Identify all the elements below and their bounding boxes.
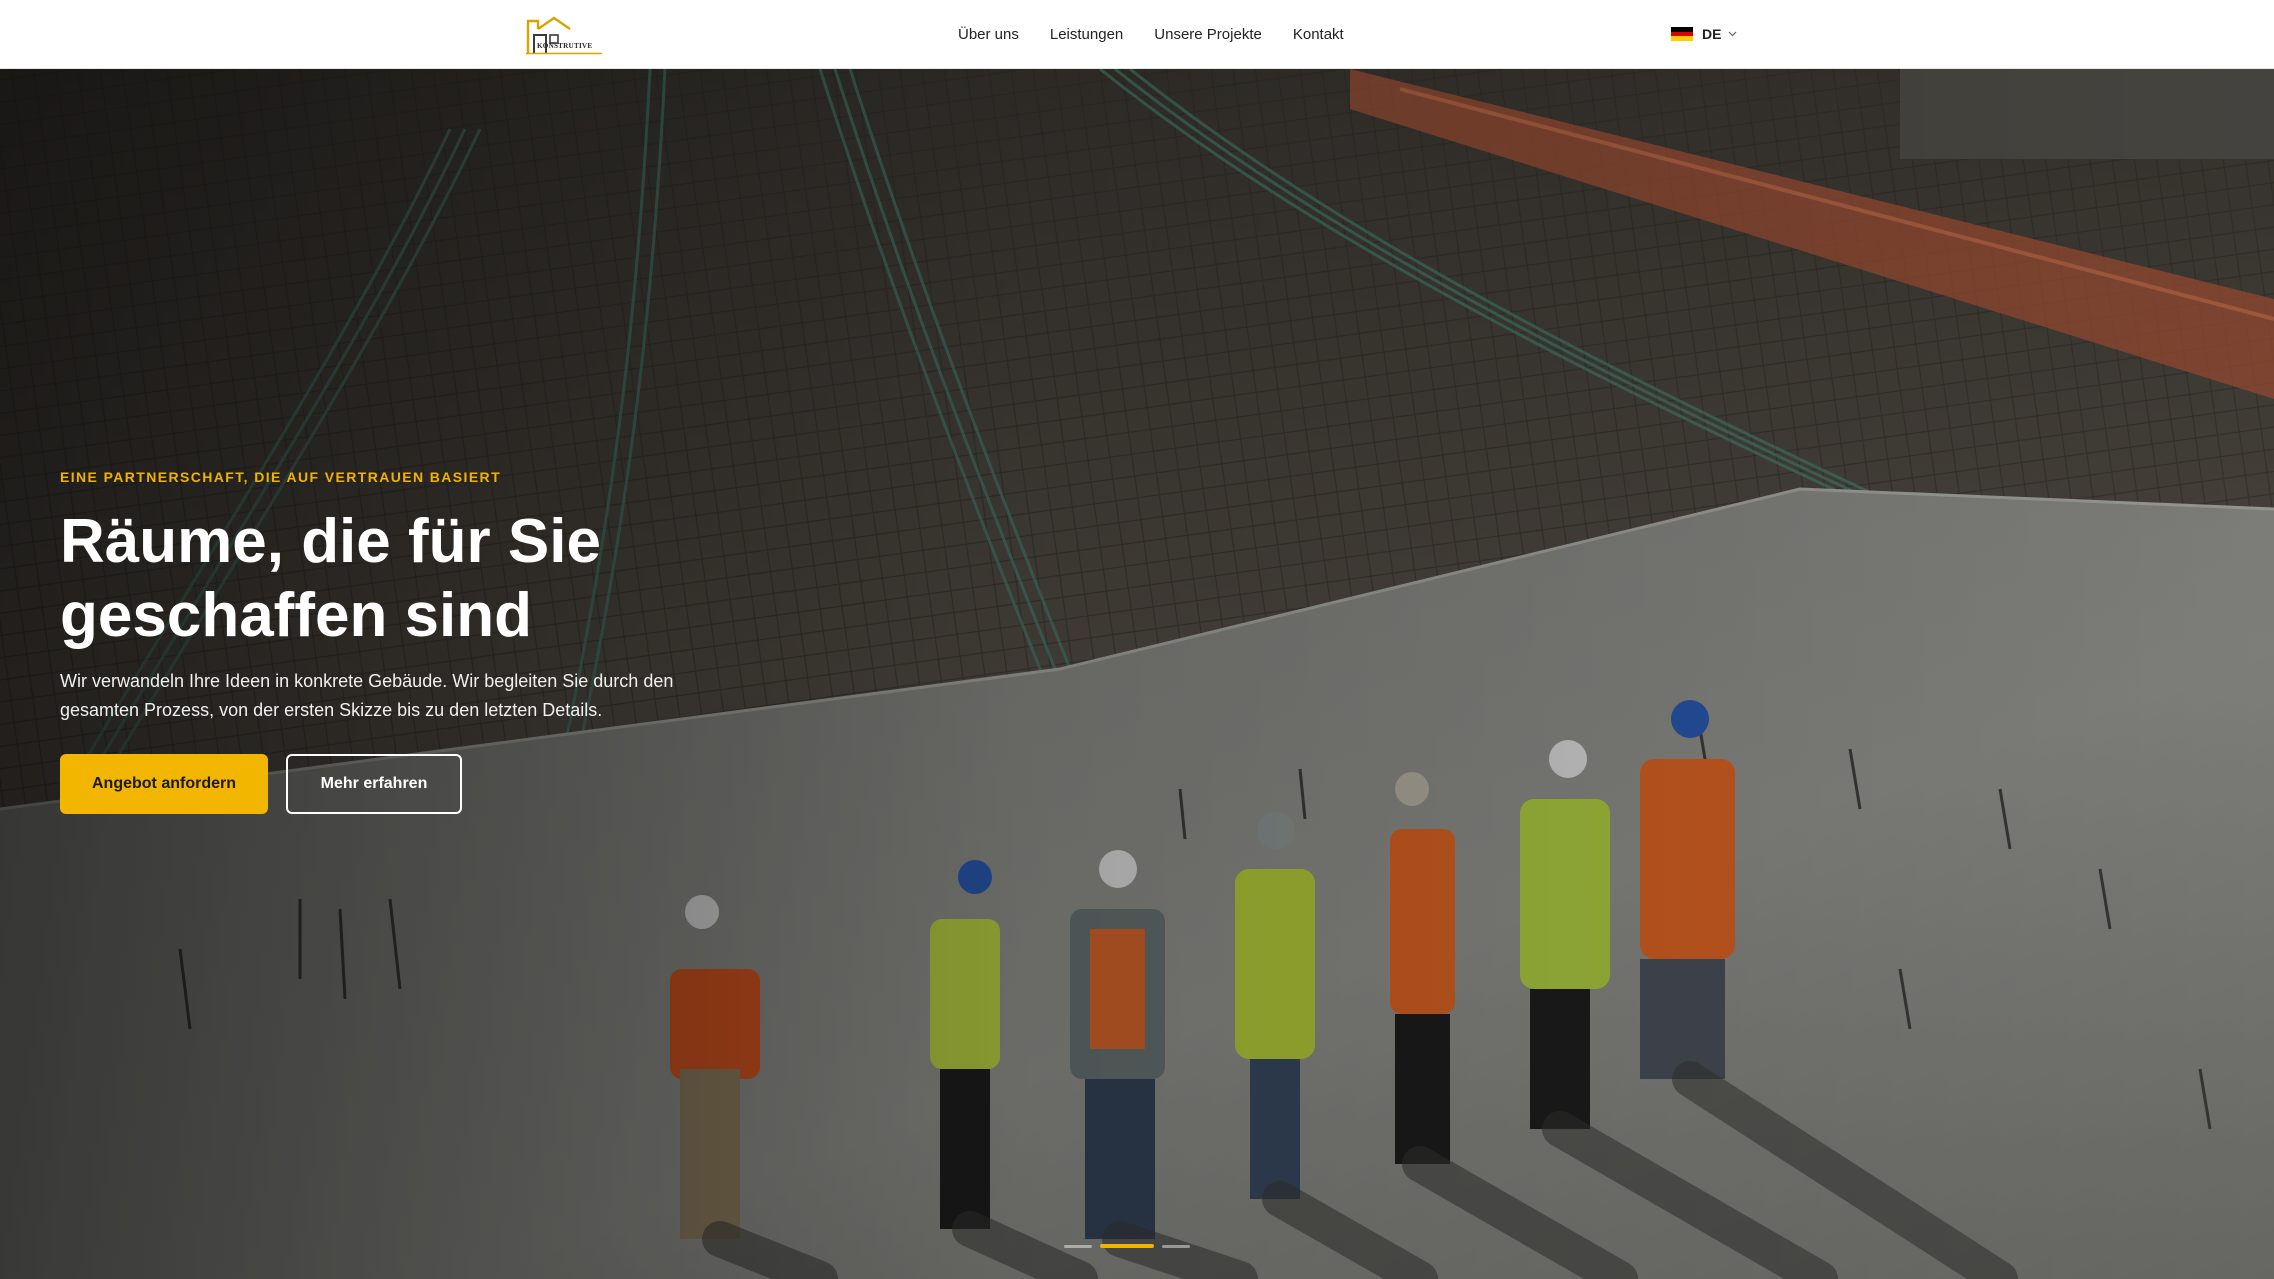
- logo-house-icon: KONSTRUTIVE: [526, 16, 602, 55]
- site-header: KONSTRUTIVE Über uns Leistungen Unsere P…: [0, 0, 2274, 69]
- hero-eyebrow: EINE PARTNERSCHAFT, DIE AUF VERTRAUEN BA…: [60, 469, 502, 485]
- slider-pagination: [1064, 1243, 1190, 1249]
- hero-title-line-1: Räume, die für Sie: [60, 507, 601, 576]
- language-code: DE: [1702, 26, 1722, 42]
- slider-dot-2-active[interactable]: [1100, 1244, 1154, 1248]
- learn-more-button[interactable]: Mehr erfahren: [286, 754, 462, 814]
- slider-dot-1[interactable]: [1064, 1244, 1092, 1248]
- main-navigation: Über uns Leistungen Unsere Projekte Kont…: [958, 0, 1344, 69]
- hero-description: Wir verwandeln Ihre Ideen in konkrete Ge…: [60, 671, 674, 720]
- germany-flag-icon: [1671, 27, 1693, 42]
- hero-section: EINE PARTNERSCHAFT, DIE AUF VERTRAUEN BA…: [0, 69, 2274, 1279]
- language-selector[interactable]: DE: [1671, 24, 1737, 44]
- nav-link-about[interactable]: Über uns: [958, 26, 1019, 43]
- request-quote-button[interactable]: Angebot anfordern: [60, 754, 268, 814]
- hero-title-line-2: geschaffen sind: [60, 581, 532, 650]
- slider-dot-3[interactable]: [1162, 1244, 1190, 1248]
- company-logo[interactable]: KONSTRUTIVE: [524, 15, 604, 57]
- svg-text:KONSTRUTIVE: KONSTRUTIVE: [537, 42, 592, 50]
- nav-link-projects[interactable]: Unsere Projekte: [1154, 26, 1262, 43]
- hero-title: Räume, die für Sie geschaffen sind: [60, 505, 760, 653]
- chevron-down-icon: [1729, 31, 1737, 37]
- nav-link-services[interactable]: Leistungen: [1050, 26, 1123, 43]
- nav-link-contact[interactable]: Kontakt: [1293, 26, 1344, 43]
